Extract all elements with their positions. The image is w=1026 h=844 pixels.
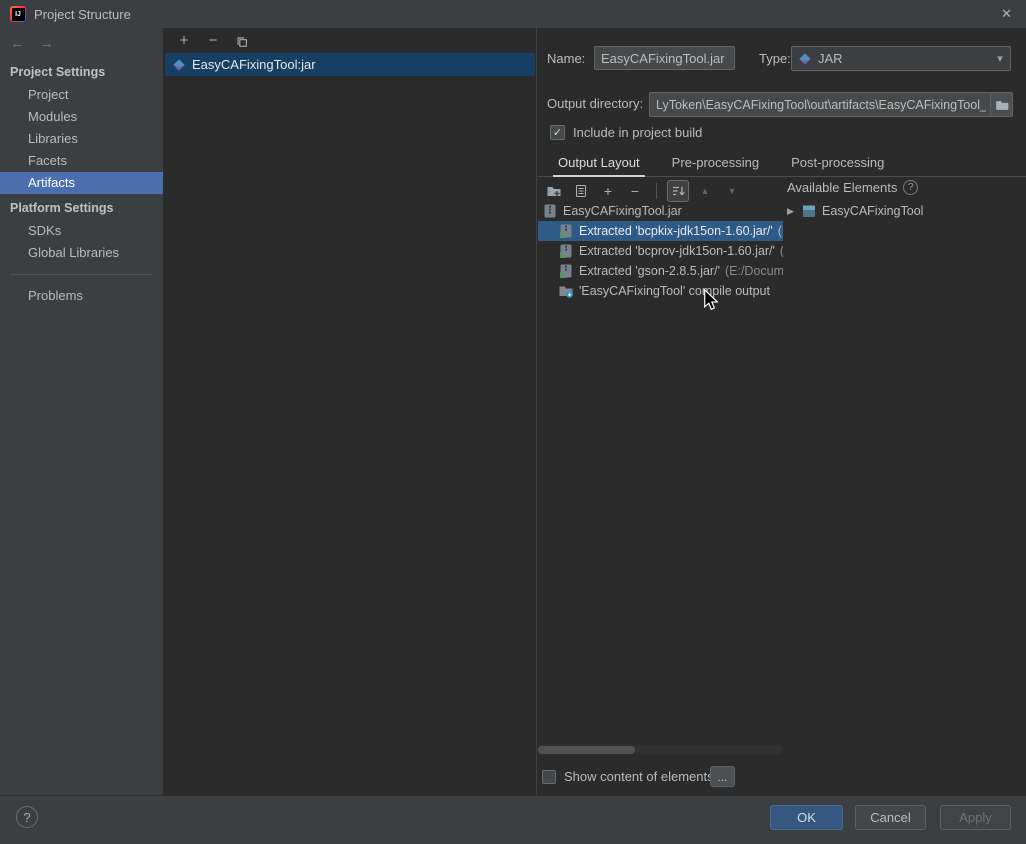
extracted-jar-icon [560,244,572,258]
available-elements-label: Available Elements [787,180,898,195]
jar-file-icon [544,204,556,218]
cancel-button[interactable]: Cancel [855,805,926,830]
folder-add-icon [547,187,561,196]
dialog-footer: ? OK Cancel Apply [0,795,1026,844]
chevron-down-icon: ▾ [997,53,1003,65]
sidebar-item-artifacts[interactable]: Artifacts [0,172,163,194]
name-label: Name: [547,51,586,66]
browse-output-directory-button[interactable] [990,93,1012,116]
library-icon [576,185,586,197]
sidebar-item-project[interactable]: Project [0,84,163,106]
tree-item-path-hint: (E: [780,244,783,258]
tree-item-path-hint: (E: [777,224,783,238]
more-options-button[interactable]: ... [710,766,735,787]
output-directory-input[interactable] [650,97,990,112]
sidebar-item-problems[interactable]: Problems [0,285,163,307]
tab-post-processing[interactable]: Post-processing [786,150,889,176]
artifact-name-input[interactable] [594,46,735,70]
scrollbar-thumb[interactable] [538,745,635,754]
move-down-button[interactable]: ▼ [721,180,743,202]
include-in-build-label: Include in project build [573,125,703,140]
copy-artifact-button[interactable] [233,32,251,50]
tree-item-label: Extracted 'gson-2.8.5.jar/' [579,264,720,278]
tree-item-compile-output[interactable]: 'EasyCAFixingTool' compile output [538,281,783,301]
tree-item-label: Extracted 'bcprov-jdk15on-1.60.jar/' [579,244,775,258]
tree-item-extracted-gson[interactable]: Extracted 'gson-2.8.5.jar/' (E:/Documen [538,261,783,281]
layout-tabs: Output Layout Pre-processing Post-proces… [537,150,1026,177]
toolbar-separator [656,183,657,199]
artifact-list-item[interactable]: EasyCAFixingTool:jar [165,53,535,76]
type-label: Type: [759,51,791,66]
output-layout-tree: EasyCAFixingTool.jar Extracted 'bcpkix-j… [538,201,783,301]
sidebar-item-sdks[interactable]: SDKs [0,220,163,242]
type-select-value: JAR [818,51,843,66]
jar-type-icon [799,52,811,65]
extracted-jar-icon [560,264,572,278]
artifact-details-panel: Name: Type: JAR ▾ Output directory: ✓ In… [536,28,1026,795]
tree-item-root[interactable]: EasyCAFixingTool.jar [538,201,783,221]
tree-item-extracted-bcprov[interactable]: Extracted 'bcprov-jdk15on-1.60.jar/' (E: [538,241,783,261]
project-settings-header: Project Settings [10,65,106,79]
tree-item-label: 'EasyCAFixingTool' compile output [579,284,770,298]
artifact-icon [173,58,185,71]
output-directory-field [649,92,1013,117]
move-up-button[interactable]: ▲ [694,180,716,202]
tab-output-layout[interactable]: Output Layout [553,150,645,177]
window-title: Project Structure [34,6,131,22]
expand-arrow-icon[interactable]: ▶ [785,206,796,217]
create-directory-button[interactable] [543,180,565,202]
add-element-button[interactable]: + [597,180,619,202]
sidebar-item-libraries[interactable]: Libraries [0,128,163,150]
sidebar-item-modules[interactable]: Modules [0,106,163,128]
intellij-logo-icon: IJ [10,6,26,22]
compile-output-icon [559,286,573,298]
apply-button[interactable]: Apply [940,805,1011,830]
nav-back-button[interactable]: ← [10,36,25,52]
checkbox-checked-icon: ✓ [550,125,565,140]
tab-pre-processing[interactable]: Pre-processing [667,150,764,176]
copy-icon [237,36,247,47]
show-content-checkbox[interactable]: Show content of elements [542,769,714,784]
help-button[interactable]: ? [16,806,38,828]
sidebar-divider [10,274,153,275]
module-icon [803,205,815,217]
remove-element-button[interactable]: − [624,180,646,202]
remove-artifact-button[interactable]: − [204,32,222,50]
close-icon[interactable]: ✕ [1001,6,1012,22]
available-elements-tree: ▶ EasyCAFixingTool [783,201,1026,221]
artifacts-panel: + − EasyCAFixingTool:jar [165,28,535,795]
create-archive-button[interactable] [570,180,592,202]
tree-item-extracted-bcpkix[interactable]: Extracted 'bcpkix-jdk15on-1.60.jar/' (E: [538,221,783,241]
artifacts-toolbar: + − [165,28,535,53]
sort-icon [673,186,685,196]
horizontal-scrollbar[interactable] [538,745,782,754]
nav-forward-button[interactable]: → [39,36,54,52]
include-in-build-checkbox[interactable]: ✓ Include in project build [550,125,702,140]
available-elements-header: Available Elements ? [787,180,919,195]
ok-button[interactable]: OK [770,805,843,830]
sort-elements-button[interactable] [667,180,689,202]
tree-item-label: EasyCAFixingTool.jar [563,204,682,218]
platform-settings-header: Platform Settings [10,201,114,215]
show-content-label: Show content of elements [564,769,714,784]
sidebar-item-global-libraries[interactable]: Global Libraries [0,242,163,264]
output-directory-label: Output directory: [547,96,644,111]
available-element-item[interactable]: ▶ EasyCAFixingTool [783,201,1026,221]
tree-item-path-hint: (E:/Documen [724,264,783,278]
titlebar: IJ Project Structure ✕ [0,0,1026,28]
artifact-list-item-label: EasyCAFixingTool:jar [192,57,316,72]
folder-icon [995,100,1008,110]
sidebar: ← → Project Settings Project Modules Lib… [0,28,164,795]
extracted-jar-icon [560,224,572,238]
tree-item-label: Extracted 'bcpkix-jdk15on-1.60.jar/' [579,224,773,238]
available-element-label: EasyCAFixingTool [822,204,924,218]
navigation-arrows: ← → [0,28,163,58]
type-select[interactable]: JAR ▾ [791,46,1011,71]
add-artifact-button[interactable]: + [175,32,193,50]
help-icon[interactable]: ? [903,180,919,195]
sidebar-item-facets[interactable]: Facets [0,150,163,172]
checkbox-unchecked-icon [542,769,556,784]
